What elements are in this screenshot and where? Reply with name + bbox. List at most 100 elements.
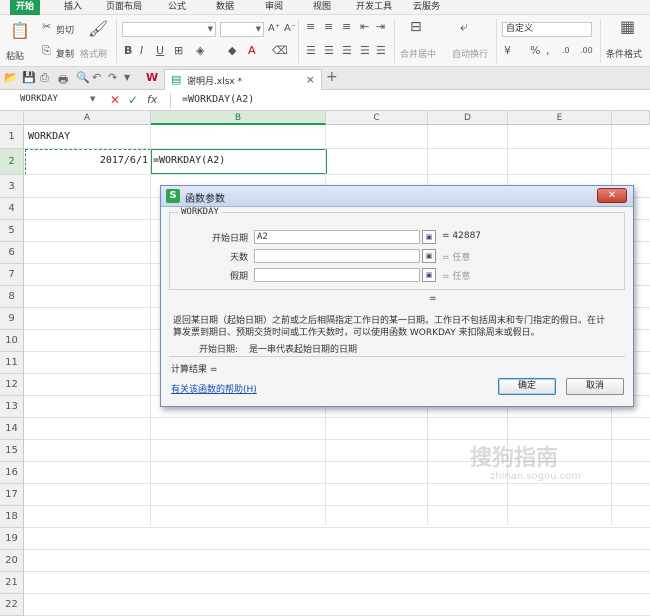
align-bottom-icon[interactable]: ≡ [342, 21, 351, 33]
ok-button[interactable]: 确定 [498, 378, 556, 395]
row-header-10[interactable]: 10 [0, 330, 24, 352]
row-header-18[interactable]: 18 [0, 506, 24, 528]
align-right-icon[interactable]: ☰ [342, 45, 352, 57]
column-header-f[interactable] [612, 111, 650, 125]
row-header-13[interactable]: 13 [0, 396, 24, 418]
row-header-5[interactable]: 5 [0, 220, 24, 242]
indent-increase-icon[interactable]: ⇥ [376, 21, 385, 33]
tab-cloud[interactable]: 云服务 [413, 0, 440, 15]
save-icon[interactable]: 💾 [22, 71, 36, 84]
row-header-1[interactable]: 1 [0, 125, 24, 149]
font-name-select[interactable]: ▼ [122, 22, 216, 37]
row-header-16[interactable]: 16 [0, 462, 24, 484]
row-header-22[interactable]: 22 [0, 594, 24, 616]
increase-decimal-icon[interactable]: .0 [562, 45, 570, 57]
thousands-icon[interactable]: , [546, 45, 550, 57]
row-header-2[interactable]: 2 [0, 149, 24, 175]
row-header-9[interactable]: 9 [0, 308, 24, 330]
merge-center-button[interactable]: 合并居中 [400, 47, 436, 60]
column-header-a[interactable]: A [24, 111, 151, 125]
file-tab[interactable]: ▤ 谢明月.xlsx * × [164, 69, 322, 90]
confirm-check-icon[interactable]: ✓ [128, 93, 138, 107]
copy-button[interactable]: 复制 [56, 47, 74, 60]
select-all-corner[interactable] [0, 111, 24, 125]
align-middle-icon[interactable]: ≡ [324, 21, 333, 33]
redo-icon[interactable]: ↷ [108, 71, 117, 84]
row-header-17[interactable]: 17 [0, 484, 24, 506]
row-header-6[interactable]: 6 [0, 242, 24, 264]
tab-developer[interactable]: 开发工具 [356, 0, 392, 15]
function-fx-icon[interactable]: fx [147, 93, 157, 106]
row-header-15[interactable]: 15 [0, 440, 24, 462]
paste-icon[interactable]: 📋 [10, 23, 30, 39]
open-folder-icon[interactable]: 📂 [4, 71, 18, 84]
tab-review[interactable]: 审阅 [265, 0, 283, 15]
cut-button[interactable]: 剪切 [56, 23, 74, 36]
arg-input-days[interactable] [254, 249, 420, 263]
row-header-12[interactable]: 12 [0, 374, 24, 396]
help-link[interactable]: 有关该函数的帮助(H) [171, 382, 257, 395]
cancel-button[interactable]: 取消 [566, 378, 624, 395]
dialog-title-bar[interactable]: S 函数参数 ✕ [161, 186, 633, 207]
customize-chevron-icon[interactable]: ▼ [124, 73, 130, 82]
range-picker-icon[interactable]: ▣ [422, 230, 436, 244]
row-header-19[interactable]: 19 [0, 528, 24, 550]
wps-logo-icon[interactable]: W [146, 71, 158, 84]
decrease-decimal-icon[interactable]: .00 [580, 45, 593, 57]
cancel-x-icon[interactable]: ✕ [110, 93, 120, 107]
cell-a1[interactable]: WORKDAY [28, 131, 70, 142]
tab-formulas[interactable]: 公式 [168, 0, 186, 15]
arg-input-holidays[interactable] [254, 268, 420, 282]
tab-insert[interactable]: 插入 [64, 0, 82, 15]
indent-decrease-icon[interactable]: ⇤ [360, 21, 369, 33]
font-size-select[interactable]: ▼ [220, 22, 264, 37]
align-left-icon[interactable]: ☰ [306, 45, 316, 57]
tab-view[interactable]: 视图 [313, 0, 331, 15]
font-color-icon[interactable]: A [248, 45, 256, 57]
paste-button[interactable]: 粘贴 [6, 49, 24, 62]
export-pdf-icon[interactable]: ⎙ [40, 71, 49, 85]
formula-input[interactable]: =WORKDAY(A2) [182, 94, 254, 105]
number-format-select[interactable]: 自定义 [502, 22, 592, 37]
font-shrink-icon[interactable]: A⁻ [284, 23, 296, 35]
print-icon[interactable]: 🖶 [58, 71, 68, 90]
percent-icon[interactable]: % [530, 45, 540, 57]
row-header-8[interactable]: 8 [0, 286, 24, 308]
row-header-21[interactable]: 21 [0, 572, 24, 594]
arg-input-start-date[interactable]: A2 [254, 230, 420, 244]
row-header-20[interactable]: 20 [0, 550, 24, 572]
row-header-14[interactable]: 14 [0, 418, 24, 440]
tab-data[interactable]: 数据 [216, 0, 234, 15]
conditional-format-button[interactable]: 条件格式 [606, 47, 642, 60]
clear-format-icon[interactable]: ⌫ [272, 45, 288, 57]
border-icon[interactable]: ⊞ [174, 45, 183, 57]
font-grow-icon[interactable]: A⁺ [268, 23, 280, 35]
align-center-icon[interactable]: ☰ [324, 45, 334, 57]
range-picker-icon[interactable]: ▣ [422, 249, 436, 263]
currency-icon[interactable]: ¥ [504, 45, 511, 57]
range-picker-icon[interactable]: ▣ [422, 268, 436, 282]
distribute-icon[interactable]: ☰ [376, 45, 386, 57]
fill-color-icon[interactable]: ◆ [228, 45, 236, 57]
row-header-3[interactable]: 3 [0, 175, 24, 198]
column-header-d[interactable]: D [428, 111, 508, 125]
column-header-e[interactable]: E [508, 111, 612, 125]
justify-icon[interactable]: ☰ [360, 45, 370, 57]
format-painter-button[interactable]: 格式刷 [80, 47, 107, 60]
row-header-11[interactable]: 11 [0, 352, 24, 374]
wrap-text-button[interactable]: 自动换行 [452, 47, 488, 60]
chevron-down-icon[interactable]: ▼ [90, 95, 95, 103]
cell-fill-icon[interactable]: ◈ [196, 45, 204, 57]
new-tab-icon[interactable]: + [326, 69, 338, 85]
tab-home[interactable]: 开始 [10, 0, 41, 15]
print-preview-icon[interactable]: 🔍 [76, 71, 90, 84]
align-top-icon[interactable]: ≡ [306, 21, 315, 33]
column-header-c[interactable]: C [326, 111, 428, 125]
close-icon[interactable]: ✕ [597, 188, 627, 203]
row-header-4[interactable]: 4 [0, 198, 24, 220]
column-header-b[interactable]: B [151, 111, 326, 125]
name-box[interactable]: WORKDAY [20, 94, 96, 104]
close-tab-icon[interactable]: × [306, 73, 315, 86]
tab-page-layout[interactable]: 页面布局 [106, 0, 142, 15]
row-header-7[interactable]: 7 [0, 264, 24, 286]
